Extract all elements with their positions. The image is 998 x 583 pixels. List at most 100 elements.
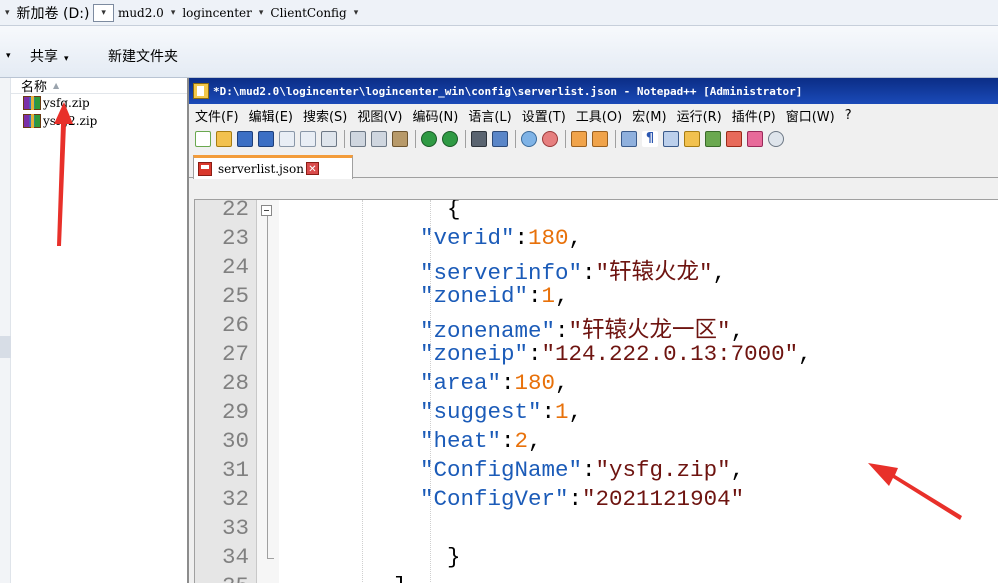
open-folder-icon[interactable] [216,131,232,147]
sync-horizontal-icon[interactable] [592,131,608,147]
redo-icon[interactable] [442,131,458,147]
json-string: "ysfg.zip" [595,457,731,483]
word-wrap-icon[interactable] [621,131,637,147]
file-name: ysfg2.zip [43,114,98,128]
find-icon[interactable] [471,131,487,147]
json-comma: , [730,457,745,483]
zoom-in-icon[interactable] [521,131,537,147]
line-number: 23 [221,225,249,251]
chevron-down-icon: ▾ [64,54,69,64]
new-folder-button[interactable]: 新建文件夹 [108,46,178,66]
code-text: { [285,199,461,222]
navigation-pane[interactable] [0,78,11,583]
code-text: "ConfigVer":"2021121904" [420,486,744,512]
name-column-header[interactable]: 名称 ▲ [11,78,187,95]
code-line: 26 "zonename":"轩辕火龙一区", [195,312,998,344]
column-header-label: 名称 [21,80,48,95]
code-line: 34 } [195,544,998,573]
json-punctuation: { [285,199,461,222]
code-line: 23 "verid":180, [195,225,998,254]
function-list-icon[interactable] [705,131,721,147]
line-number: 32 [221,486,249,512]
winrar-archive-icon [23,96,41,110]
breadcrumb-logincenter[interactable]: logincenter [180,0,254,26]
menu-run[interactable]: 运行(R) [677,106,722,125]
breadcrumb-chevron-icon[interactable]: ▾ [254,0,269,26]
json-number: 2 [514,428,529,454]
save-icon[interactable] [237,131,253,147]
play-macro-icon[interactable] [768,131,784,147]
json-key: "suggest" [420,399,542,425]
menu-settings[interactable]: 设置(T) [522,106,566,125]
show-all-characters-icon[interactable]: ¶ [642,131,658,147]
json-colon: : [541,399,556,425]
line-number: 25 [221,283,249,309]
list-item[interactable]: ysfg2.zip [11,112,187,130]
print-icon[interactable] [321,131,337,147]
close-tab-icon[interactable]: ✕ [305,162,319,175]
organize-chevron-icon[interactable]: ▾ [0,46,11,62]
json-colon: : [514,225,529,251]
stop-macro-icon[interactable] [747,131,763,147]
json-colon: : [568,486,583,512]
menu-tools[interactable]: 工具(O) [576,106,622,125]
menu-help[interactable]: ? [845,108,852,123]
json-key: "zoneip" [420,341,529,367]
new-file-icon[interactable] [195,131,211,147]
close-all-icon[interactable] [300,131,316,147]
breadcrumb-drive[interactable]: 新加卷 (D:) [15,0,92,26]
window-title-bar[interactable]: *D:\mud2.0\logincenter\logincenter_win\c… [189,78,998,104]
breadcrumb-chevron-icon[interactable]: ▾ [349,0,364,26]
menu-macro[interactable]: 宏(M) [632,106,666,125]
indent-guide-icon[interactable] [663,131,679,147]
cut-icon[interactable] [350,131,366,147]
menu-search[interactable]: 搜索(S) [303,106,347,125]
breadcrumb-dropdown-icon[interactable]: ▾ [93,3,114,22]
menu-plugins[interactable]: 插件(P) [732,106,776,125]
sync-vertical-icon[interactable] [571,131,587,147]
address-bar[interactable]: ▾ 新加卷 (D:) ▾ mud2.0 ▾ logincenter ▾ Clie… [0,0,998,26]
copy-icon[interactable] [371,131,387,147]
json-colon: : [501,370,515,396]
toolbar-separator [344,130,345,148]
zoom-out-icon[interactable] [542,131,558,147]
breadcrumb-clientconfig[interactable]: ClientConfig [268,0,348,26]
save-all-icon[interactable] [258,131,274,147]
share-button[interactable]: 共享 ▾ [30,46,69,66]
line-number: 30 [221,428,249,454]
code-line: 30 "heat":2, [195,428,998,457]
code-editor[interactable]: 22 {23 "verid":180, 24 "serverinfo":"轩辕火龙",… [194,199,998,583]
tab-serverlist-json[interactable]: serverlist.json ✕ [193,155,353,179]
code-text: "area":180, [420,370,569,396]
breadcrumb-chevron-icon[interactable]: ▾ [166,0,181,26]
replace-icon[interactable] [492,131,508,147]
menu-view[interactable]: 视图(V) [357,106,402,125]
record-macro-icon[interactable] [726,131,742,147]
code-text: "zoneip":"124.222.0.13:7000", [420,341,812,367]
breadcrumb-mud[interactable]: mud2.0 [116,0,166,26]
file-name: ysfg.zip [43,96,90,110]
document-map-icon[interactable] [684,131,700,147]
json-colon: : [528,341,542,367]
json-colon: : [528,283,542,309]
line-number: 34 [221,544,249,570]
address-chevron-icon[interactable]: ▾ [0,0,15,26]
line-number: 22 [221,199,249,222]
menu-window[interactable]: 窗口(W) [786,106,835,125]
close-file-icon[interactable] [279,131,295,147]
json-key: "area" [420,370,502,396]
json-comma: , [568,399,583,425]
json-punctuation: ] [285,573,407,583]
list-item[interactable]: ysfg.zip [11,94,187,112]
menu-language[interactable]: 语言(L) [468,106,511,125]
undo-icon[interactable] [421,131,437,147]
code-text: "heat":2, [420,428,542,454]
code-line: 22 { [195,199,998,225]
paste-icon[interactable] [392,131,408,147]
toolbar-separator [515,130,516,148]
file-list: 名称 ▲ ysfg.zip ysfg2.zip [11,78,187,583]
menu-encoding[interactable]: 编码(N) [412,106,458,125]
menu-file[interactable]: 文件(F) [195,106,239,125]
menu-edit[interactable]: 编辑(E) [249,106,293,125]
share-label: 共享 [30,49,58,65]
